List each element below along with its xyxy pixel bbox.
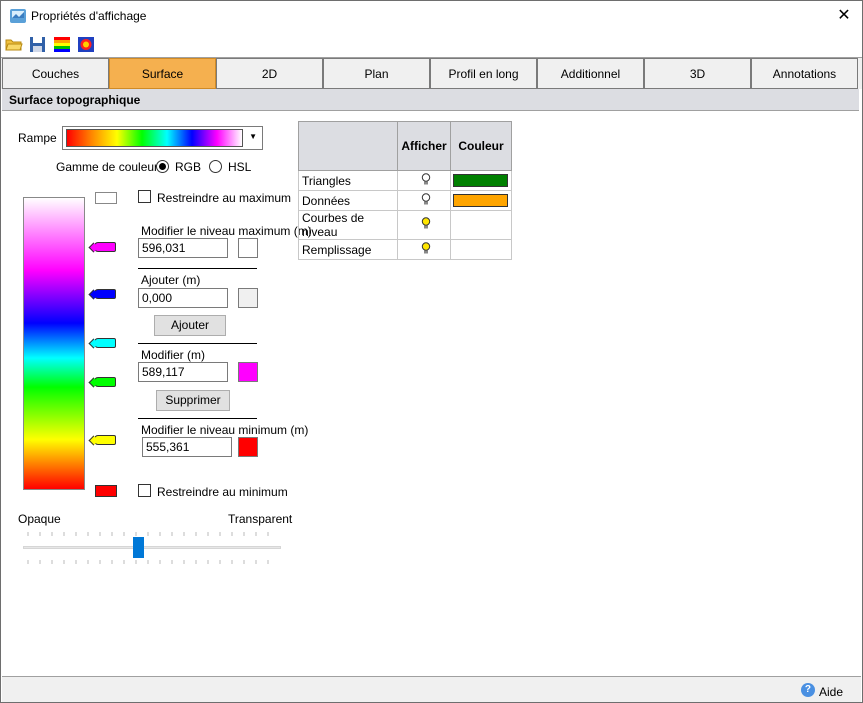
grid-header-color: Couleur [450,121,512,171]
restrict-max-checkbox[interactable] [138,190,151,203]
gradient-stop-yellow[interactable] [94,435,116,445]
opacity-right-label: Transparent [228,512,293,526]
table-row[interactable]: Courbes de niveau [298,210,512,240]
row-color-cell[interactable] [450,210,512,240]
delete-button[interactable]: Supprimer [156,390,230,411]
table-row[interactable]: Triangles [298,170,512,191]
tab-surface-topographique[interactable]: Surface topograph... [109,58,216,111]
add-label: Ajouter (m) [141,273,201,287]
row-name: Données [298,190,398,211]
divider [138,268,257,269]
table-row[interactable]: Données [298,190,512,211]
grid-header-show: Afficher [397,121,451,171]
opacity-slider-thumb[interactable] [133,537,144,558]
lightbulb-off-icon [421,172,430,184]
tab-bar: Couches Surface topograph... 2D Plan Pro… [1,57,862,111]
color-ramp-icon[interactable] [53,36,71,53]
tab-plan[interactable]: Plan [323,58,430,89]
max-level-color[interactable] [238,238,258,258]
color-gamut-label: Gamme de couleur [56,160,159,174]
min-level-label: Modifier le niveau minimum (m) [141,423,309,437]
min-level-color[interactable] [238,437,258,457]
open-folder-icon[interactable] [5,36,23,53]
restrict-min-checkbox[interactable] [138,484,151,497]
gradient-stop-magenta[interactable] [94,242,116,252]
color-swatch-green [453,174,508,187]
tab-couches[interactable]: Couches [2,58,109,89]
gradient-stop-blue[interactable] [94,289,116,299]
restrict-max-label: Restreindre au maximum [157,191,292,205]
save-icon[interactable] [29,36,47,53]
help-icon: ? [800,683,815,697]
close-button[interactable]: ✕ [834,6,854,26]
radio-hsl[interactable] [209,160,222,173]
opacity-slider-track[interactable] [23,546,281,549]
app-icon [10,9,26,23]
help-label: Aide [818,685,843,699]
lightbulb-off-icon [421,192,430,204]
ramp-preview [66,129,243,147]
add-color[interactable] [238,288,258,308]
tab-annotations[interactable]: Annotations [751,58,858,89]
color-swatch-orange [453,194,508,207]
max-level-label: Modifier le niveau maximum (m) [141,224,312,238]
add-button[interactable]: Ajouter [154,315,226,336]
max-level-input[interactable]: 596,031 [138,238,228,258]
layers-grid: Afficher Couleur Triangles Données Courb… [298,121,512,260]
table-row[interactable]: Remplissage [298,239,512,260]
add-input[interactable]: 0,000 [138,288,228,308]
slider-ticks-top [27,532,269,536]
row-name: Triangles [298,170,398,191]
radio-rgb[interactable] [156,160,169,173]
tab-additionnel[interactable]: Additionnel [537,58,644,89]
gradient-stop-cyan[interactable] [94,338,116,348]
radio-rgb-label: RGB [175,160,202,174]
visibility-toggle[interactable] [397,239,451,260]
min-color-swatch[interactable] [95,485,117,497]
status-bar: ? Aide [2,676,861,702]
grid-header-name [298,121,398,171]
slider-ticks-bottom [27,560,269,564]
row-color-cell[interactable] [450,190,512,211]
divider [138,343,257,344]
section-title: Surface topographique [2,89,859,111]
row-name: Courbes de niveau [298,210,398,240]
toolbar [1,32,862,56]
restrict-min-label: Restreindre au minimum [157,485,288,499]
visibility-toggle[interactable] [397,190,451,211]
row-color-cell[interactable] [450,170,512,191]
lightbulb-on-icon [421,217,430,229]
ramp-dropdown[interactable]: ▼ [62,126,263,150]
tab-2d[interactable]: 2D [216,58,323,89]
modify-color[interactable] [238,362,258,382]
help-button[interactable]: ? Aide [800,683,843,699]
divider [138,418,257,419]
gradient-stop-green[interactable] [94,377,116,387]
modify-input[interactable]: 589,117 [138,362,228,382]
visibility-toggle[interactable] [397,210,451,240]
max-color-swatch[interactable] [95,192,117,204]
radio-hsl-label: HSL [228,160,252,174]
title-bar: Propriétés d'affichage ✕ [1,1,862,32]
chevron-down-icon: ▼ [249,132,257,141]
window-title: Propriétés d'affichage [31,9,147,23]
tab-profil-en-long[interactable]: Profil en long [430,58,537,89]
color-gradient-bar [23,197,85,490]
opacity-left-label: Opaque [18,512,61,526]
row-name: Remplissage [298,239,398,260]
min-level-input[interactable]: 555,361 [142,437,232,457]
tab-3d[interactable]: 3D [644,58,751,89]
visibility-toggle[interactable] [397,170,451,191]
modify-label: Modifier (m) [141,348,206,362]
display-properties-window: Propriétés d'affichage ✕ Couches Surface… [0,0,863,703]
palette-icon[interactable] [77,36,95,53]
ramp-label: Rampe [18,131,57,145]
row-color-cell[interactable] [450,239,512,260]
lightbulb-on-icon [421,241,430,253]
